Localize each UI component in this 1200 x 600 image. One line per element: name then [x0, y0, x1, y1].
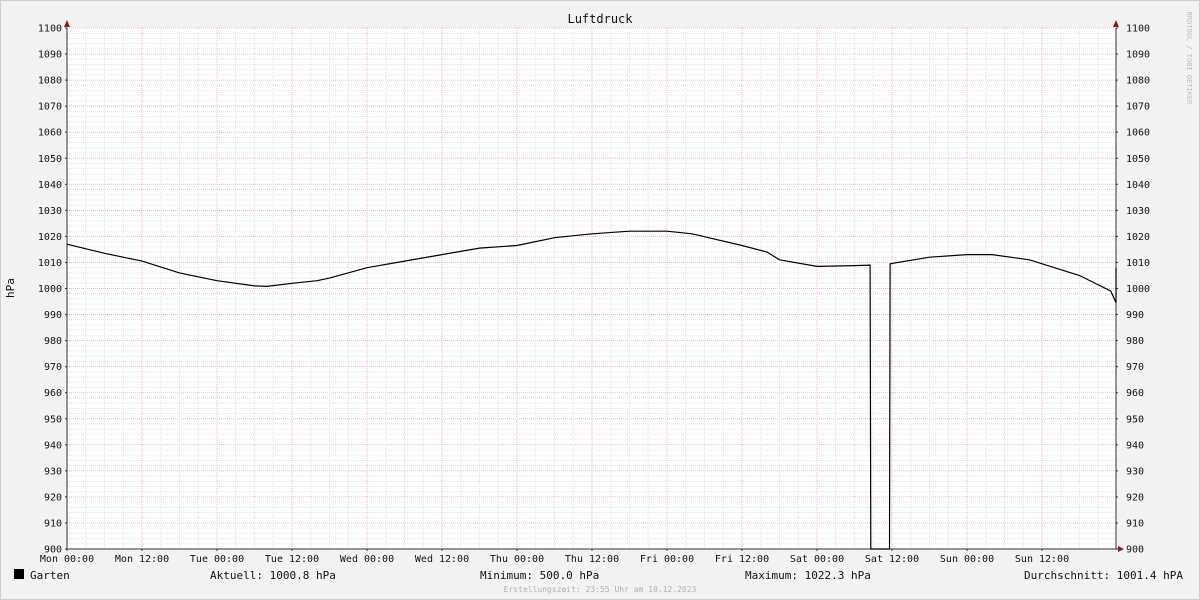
- chart-title: Luftdruck: [567, 12, 633, 26]
- legend-current: Aktuell: 1000.8 hPa: [210, 569, 336, 582]
- y-tick-label-right: 960: [1126, 388, 1144, 399]
- x-tick-label: Sun 00:00: [940, 554, 994, 565]
- y-tick-label-left: 1030: [38, 206, 62, 217]
- y-tick-label-right: 1000: [1126, 284, 1150, 295]
- y-tick-label-left: 1080: [38, 76, 62, 87]
- y-tick-label-left: 930: [44, 466, 62, 477]
- y-tick-label-left: 990: [44, 310, 62, 321]
- y-tick-label-right: 1100: [1126, 24, 1150, 35]
- y-tick-label-right: 940: [1126, 440, 1144, 451]
- y-tick-label-left: 1000: [38, 284, 62, 295]
- y-tick-label-left: 960: [44, 388, 62, 399]
- y-tick-label-left: 1040: [38, 180, 62, 191]
- x-tick-label: Thu 12:00: [565, 554, 619, 565]
- legend-average: Durchschnitt: 1001.4 hPA: [1024, 569, 1183, 582]
- watermark: RRDTOOL / TOBI OETIKER: [1185, 12, 1193, 106]
- y-tick-label-left: 920: [44, 492, 62, 503]
- y-tick-label-right: 920: [1126, 492, 1144, 503]
- x-tick-label: Tue 00:00: [190, 554, 244, 565]
- x-tick-label: Fri 00:00: [640, 554, 694, 565]
- y-tick-label-right: 950: [1126, 414, 1144, 425]
- x-tick-label: Wed 12:00: [415, 554, 469, 565]
- y-tick-label-right: 1050: [1126, 154, 1150, 165]
- x-tick-label: Sat 12:00: [865, 554, 919, 565]
- y-tick-label-right: 910: [1126, 518, 1144, 529]
- y-tick-label-left: 940: [44, 440, 62, 451]
- x-tick-label: Fri 12:00: [715, 554, 769, 565]
- y-tick-label-right: 1040: [1126, 180, 1150, 191]
- x-tick-label: Thu 00:00: [490, 554, 544, 565]
- y-tick-label-left: 1010: [38, 258, 62, 269]
- y-tick-label-left: 910: [44, 518, 62, 529]
- y-tick-label-right: 1030: [1126, 206, 1150, 217]
- y-tick-label-right: 900: [1126, 545, 1144, 556]
- y-tick-label-left: 970: [44, 362, 62, 373]
- x-tick-label: Sat 00:00: [790, 554, 844, 565]
- legend-swatch: [14, 569, 24, 579]
- x-tick-label: Wed 00:00: [340, 554, 394, 565]
- y-tick-label-left: 1020: [38, 232, 62, 243]
- y-tick-label-right: 990: [1126, 310, 1144, 321]
- y-tick-label-right: 980: [1126, 336, 1144, 347]
- y-tick-label-left: 1100: [38, 24, 62, 35]
- y-tick-label-right: 1020: [1126, 232, 1150, 243]
- y-tick-label-right: 1080: [1126, 76, 1150, 87]
- y-tick-label-left: 1070: [38, 102, 62, 113]
- y-tick-label-right: 1070: [1126, 102, 1150, 113]
- y-tick-label-left: 950: [44, 414, 62, 425]
- y-tick-label-right: 1060: [1126, 128, 1150, 139]
- x-tick-label: Sun 12:00: [1015, 554, 1069, 565]
- legend-series-name: Garten: [30, 569, 70, 582]
- y-tick-label-left: 1050: [38, 154, 62, 165]
- x-tick-label: Mon 00:00: [40, 554, 94, 565]
- y-tick-label-left: 980: [44, 336, 62, 347]
- y-tick-label-right: 970: [1126, 362, 1144, 373]
- y-tick-label-left: 1060: [38, 128, 62, 139]
- legend-minimum: Minimum: 500.0 hPa: [480, 569, 599, 582]
- y-tick-label-right: 930: [1126, 466, 1144, 477]
- y-tick-label-right: 1090: [1126, 50, 1150, 61]
- legend-maximum: Maximum: 1022.3 hPa: [745, 569, 871, 582]
- x-tick-label: Mon 12:00: [115, 554, 169, 565]
- chart: 900 910 920 930 940 950 960 970 980 990 1000 1010 10…: [0, 0, 1200, 600]
- x-tick-label: Tue 12:00: [265, 554, 319, 565]
- y-tick-label-left: 1090: [38, 50, 62, 61]
- y-tick-label-right: 1010: [1126, 258, 1150, 269]
- y-axis-label: hPa: [4, 278, 17, 298]
- footer-timestamp: Erstellungszeit: 23:55 Uhr am 10.12.2023: [504, 585, 697, 594]
